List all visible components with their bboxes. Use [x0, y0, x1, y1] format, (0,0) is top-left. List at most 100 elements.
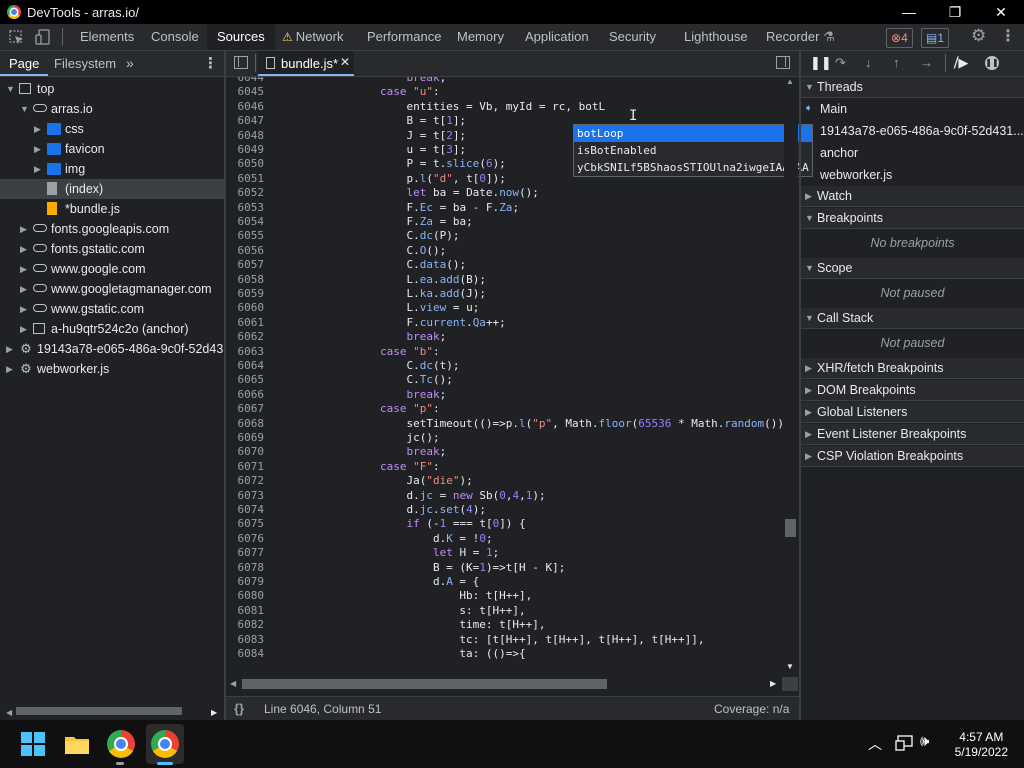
line-number[interactable]: 6068 [226, 417, 265, 431]
thread-item[interactable]: webworker.js [801, 164, 1024, 186]
expanded-arrow-icon[interactable]: ▼ [20, 99, 30, 119]
step-out-icon[interactable]: ↑ [893, 55, 900, 70]
event-listener-breakpoints-section-header[interactable]: ▶ Event Listener Breakpoints [801, 424, 1024, 445]
tab-performance[interactable]: Performance [367, 24, 441, 50]
collapsed-arrow-icon[interactable]: ▶ [20, 259, 30, 279]
line-number[interactable]: 6074 [226, 503, 265, 517]
line-number[interactable]: 6055 [226, 229, 265, 243]
editor-file-tab[interactable]: bundle.js* ✕ [258, 51, 354, 76]
line-number[interactable]: 6053 [226, 201, 265, 215]
scroll-left-icon[interactable]: ◀ [230, 679, 236, 688]
navigator-horizontal-scrollbar[interactable]: ◀ ▶ [0, 703, 224, 719]
line-number[interactable]: 6082 [226, 618, 265, 632]
message-count-badge[interactable]: ▤1 [921, 28, 950, 48]
editor-hscroll-thumb[interactable] [242, 679, 607, 689]
line-number[interactable]: 6071 [226, 460, 265, 474]
line-number[interactable]: 6073 [226, 489, 265, 503]
xhr-breakpoints-section-header[interactable]: ▶ XHR/fetch Breakpoints [801, 358, 1024, 379]
line-number[interactable]: 6076 [226, 532, 265, 546]
line-number[interactable]: 6065 [226, 373, 265, 387]
tree-item[interactable]: ▶ fonts.gstatic.com [0, 239, 224, 259]
show-hidden-icons-icon[interactable]: ︿ [868, 734, 882, 754]
autocomplete-item[interactable]: yCbkSNILf5BShaosSTIOUlna2iwgeIAAAAA [574, 159, 812, 176]
tree-item[interactable]: *bundle.js [0, 199, 224, 219]
line-number[interactable]: 6078 [226, 561, 265, 575]
toggle-navigator-icon[interactable] [234, 56, 248, 69]
line-number[interactable]: 6062 [226, 330, 265, 344]
close-tab-icon[interactable]: ✕ [340, 55, 350, 69]
scope-section-header[interactable]: ▼ Scope [801, 258, 1024, 279]
line-number[interactable]: 6057 [226, 258, 265, 272]
tab-lighthouse[interactable]: Lighthouse [684, 24, 748, 50]
line-number[interactable]: 6083 [226, 633, 265, 647]
restore-button[interactable]: ❐ [932, 0, 978, 24]
tree-item[interactable]: ▼ arras.io [0, 99, 224, 119]
chrome-taskbar-icon[interactable] [107, 730, 135, 758]
scroll-right-icon[interactable]: ▶ [770, 679, 776, 688]
line-number[interactable]: 6080 [226, 589, 265, 603]
tree-item[interactable]: ▼ top [0, 79, 224, 99]
step-into-icon[interactable]: ↓ [865, 55, 872, 70]
tree-item[interactable]: ▶ www.gstatic.com [0, 299, 224, 319]
line-number[interactable]: 6072 [226, 474, 265, 488]
line-number[interactable]: 6069 [226, 431, 265, 445]
line-number[interactable]: 6059 [226, 287, 265, 301]
pause-on-exceptions-icon[interactable]: ❚❚ [985, 56, 999, 70]
line-number[interactable]: 6054 [226, 215, 265, 229]
line-number[interactable]: 6044 [226, 77, 265, 85]
select-element-icon[interactable] [9, 30, 24, 45]
navigator-tab-filesystem[interactable]: Filesystem [54, 51, 116, 76]
autocomplete-popup[interactable]: botLoop isBotEnabled yCbkSNILf5BShaosSTI… [573, 124, 813, 177]
line-number[interactable]: 6045 [226, 85, 265, 99]
deactivate-breakpoints-icon[interactable]: ⧸▶ [954, 55, 968, 71]
line-number-gutter[interactable]: 6044 6045 6046 6047 6048 6049 6050 6051 6052 6053… [226, 77, 264, 675]
line-number[interactable]: 6047 [226, 114, 265, 128]
volume-icon[interactable]: 🕪 [920, 733, 929, 750]
tree-item[interactable]: ▶ ⚙ webworker.js [0, 359, 224, 379]
line-number[interactable]: 6070 [226, 445, 265, 459]
line-number[interactable]: 6060 [226, 301, 265, 315]
close-button[interactable]: ✕ [978, 0, 1024, 24]
network-icon[interactable] [895, 735, 913, 751]
step-icon[interactable]: → [920, 55, 933, 70]
line-number[interactable]: 6066 [226, 388, 265, 402]
collapsed-arrow-icon[interactable]: ▶ [6, 339, 16, 359]
tree-item[interactable]: ▶ www.google.com [0, 259, 224, 279]
tree-item[interactable]: (index) [0, 179, 224, 199]
collapsed-arrow-icon[interactable]: ▶ [20, 319, 30, 339]
csp-violation-breakpoints-section-header[interactable]: ▶ CSP Violation Breakpoints [801, 446, 1024, 467]
chrome-devtools-taskbar-icon[interactable] [151, 730, 179, 758]
collapsed-arrow-icon[interactable]: ▶ [20, 239, 30, 259]
navigator-tab-page[interactable]: Page [0, 51, 49, 76]
line-number[interactable]: 6079 [226, 575, 265, 589]
device-toolbar-icon[interactable] [35, 29, 51, 45]
tab-recorder[interactable]: Recorder ⚗ [766, 24, 835, 50]
expanded-arrow-icon[interactable]: ▼ [6, 79, 16, 99]
tab-application[interactable]: Application [525, 24, 589, 50]
autocomplete-item[interactable]: isBotEnabled [574, 142, 812, 159]
autocomplete-item[interactable]: botLoop [574, 125, 812, 142]
tree-item[interactable]: ▶ ⚙ 19143a78-e065-486a-9c0f-52d4315 [0, 339, 224, 359]
navigator-menu-icon[interactable]: ⋮ [203, 51, 218, 76]
line-number[interactable]: 6084 [226, 647, 265, 661]
thread-item-main[interactable]: ➧ Main [801, 98, 1024, 120]
tree-item[interactable]: ▶ img [0, 159, 224, 179]
editor-vscroll-thumb[interactable] [785, 519, 796, 537]
settings-gear-icon[interactable]: ⚙ [971, 26, 986, 46]
coverage-status[interactable]: Coverage: n/a [714, 702, 789, 716]
step-over-icon[interactable]: ↷ [835, 55, 846, 71]
pause-resume-icon[interactable]: ❚❚ [810, 55, 832, 71]
tree-item[interactable]: ▶ css [0, 119, 224, 139]
tab-security[interactable]: Security [609, 24, 656, 50]
breakpoints-section-header[interactable]: ▼ Breakpoints [801, 208, 1024, 229]
scroll-down-icon[interactable]: ▼ [786, 662, 794, 671]
tree-item[interactable]: ▶ a-hu9qtr524c2o (anchor) [0, 319, 224, 339]
line-number[interactable]: 6051 [226, 172, 265, 186]
scroll-left-icon[interactable]: ◀ [6, 708, 12, 717]
line-number[interactable]: 6058 [226, 273, 265, 287]
tree-item[interactable]: ▶ fonts.googleapis.com [0, 219, 224, 239]
pretty-print-icon[interactable]: {} [234, 701, 244, 716]
editor-vertical-scrollbar[interactable]: ▲ ▼ [784, 77, 798, 675]
collapsed-arrow-icon[interactable]: ▶ [20, 219, 30, 239]
line-number[interactable]: 6075 [226, 517, 265, 531]
